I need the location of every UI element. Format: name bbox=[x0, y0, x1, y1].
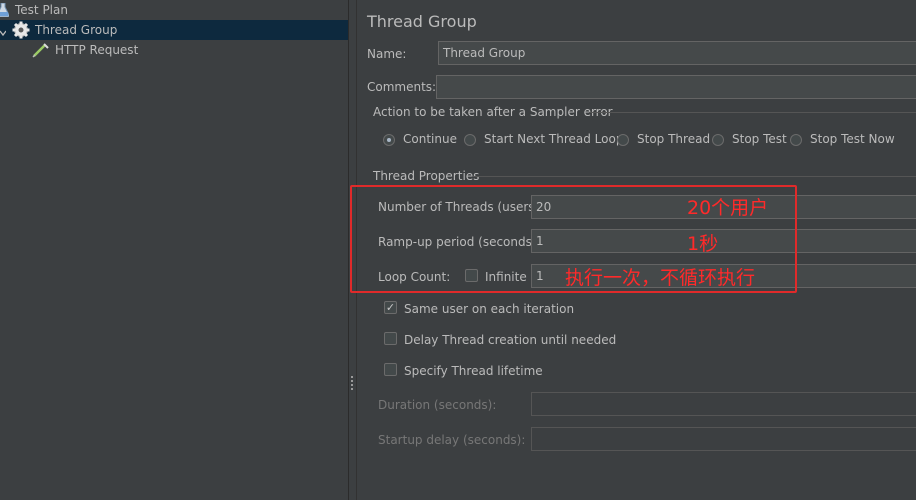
annotation-rampup: 1秒 bbox=[687, 233, 719, 255]
drag-handle-icon[interactable] bbox=[350, 376, 354, 392]
name-label: Name: bbox=[367, 47, 407, 61]
radio-label-start-next-thread-loop: Start Next Thread Loop bbox=[484, 132, 624, 146]
same-user-label: Same user on each iteration bbox=[404, 302, 575, 316]
tree-item-label: Test Plan bbox=[15, 3, 68, 17]
startup-delay-field[interactable] bbox=[531, 427, 916, 451]
delay-thread-label: Delay Thread creation until needed bbox=[404, 333, 617, 347]
group-divider bbox=[589, 112, 916, 113]
annotation-loop: 执行一次，不循环执行 bbox=[565, 267, 756, 289]
gear-icon bbox=[12, 21, 30, 39]
thread-lifetime-checkbox[interactable] bbox=[384, 363, 397, 376]
radio-label-stop-test-now: Stop Test Now bbox=[810, 132, 895, 146]
duration-label: Duration (seconds): bbox=[378, 398, 497, 412]
radio-start-next-thread-loop[interactable] bbox=[464, 134, 476, 146]
startup-delay-label: Startup delay (seconds): bbox=[378, 433, 526, 447]
group-divider bbox=[473, 176, 916, 177]
chevron-down-icon bbox=[0, 24, 7, 37]
tree-item-label: HTTP Request bbox=[55, 43, 139, 57]
sampler-error-legend: Action to be taken after a Sampler error bbox=[373, 105, 613, 119]
name-field[interactable]: Thread Group bbox=[438, 41, 916, 65]
pipette-icon bbox=[32, 42, 50, 58]
radio-label-stop-test: Stop Test bbox=[732, 132, 787, 146]
radio-stop-test[interactable] bbox=[712, 134, 724, 146]
tree-item-test-plan[interactable]: Test Plan bbox=[0, 0, 348, 20]
delay-thread-checkbox[interactable] bbox=[384, 332, 397, 345]
comments-label: Comments: bbox=[367, 80, 437, 94]
radio-continue[interactable] bbox=[383, 134, 395, 146]
test-plan-tree: Test Plan Thread Group HTTP Request bbox=[0, 0, 348, 500]
thread-properties-legend: Thread Properties bbox=[373, 169, 480, 183]
radio-stop-test-now[interactable] bbox=[790, 134, 802, 146]
duration-field[interactable] bbox=[531, 392, 916, 416]
radio-label-stop-thread: Stop Thread bbox=[637, 132, 711, 146]
same-user-checkbox[interactable]: ✓ bbox=[384, 301, 397, 314]
tree-item-http-request[interactable]: HTTP Request bbox=[0, 40, 348, 60]
annotation-threads: 20个用户 bbox=[687, 197, 769, 219]
thread-lifetime-label: Specify Thread lifetime bbox=[404, 364, 543, 378]
flask-icon bbox=[0, 2, 10, 18]
radio-label-continue: Continue bbox=[403, 132, 457, 146]
tree-item-label: Thread Group bbox=[35, 23, 118, 37]
tree-item-thread-group[interactable]: Thread Group bbox=[0, 20, 348, 40]
radio-stop-thread[interactable] bbox=[617, 134, 629, 146]
page-title: Thread Group bbox=[367, 12, 477, 31]
comments-field[interactable] bbox=[436, 75, 916, 99]
